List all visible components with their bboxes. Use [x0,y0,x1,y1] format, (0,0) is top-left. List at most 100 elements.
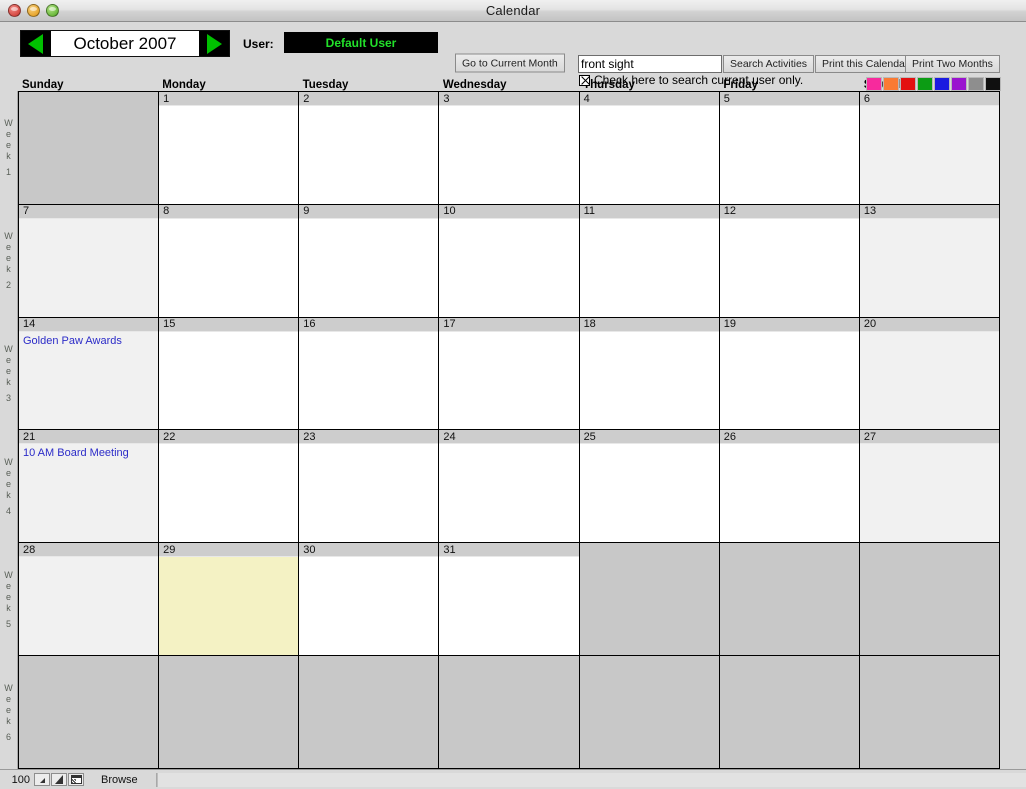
day-cell-21[interactable]: 21 10 AM Board Meeting [19,430,160,543]
color-swatch-4[interactable] [934,77,950,91]
day-cell-18[interactable]: 18 [579,317,720,430]
day-cell-27[interactable]: 27 [859,430,999,543]
color-swatch-0[interactable] [866,77,882,91]
search-current-user-checkbox-row[interactable]: Check here to search current user only. [579,73,803,87]
day-cell-29[interactable]: 29 [159,543,300,656]
day-cell-17[interactable]: 17 [439,317,580,430]
week-label-char: e [5,354,11,365]
user-field-label: User: [243,37,274,51]
day-cell-12[interactable]: 12 [719,204,860,317]
week-label-char: e [5,591,11,602]
week-label-char: W [4,456,13,467]
week-number: 4 [5,505,11,516]
toolbar: October 2007 User: Default User Go to Cu… [0,22,1026,91]
day-cell-1[interactable]: 1 [159,92,300,204]
date-number [719,656,859,671]
day-cell-22[interactable]: 22 [159,430,300,543]
day-cell-14[interactable]: 14 Golden Paw Awards [19,317,160,430]
calendar-grid: 1 2 3 4 5 6 7 8 9 10 11 12 13 14 Golden Paw Awards 15 16… [18,91,1000,769]
calendar-event[interactable]: 10 AM Board Meeting [23,446,155,460]
day-cell-28[interactable]: 28 [19,543,160,656]
go-to-current-month-button[interactable]: Go to Current Month [455,53,565,73]
week-label-char: W [4,117,13,128]
week-label-char: W [4,569,13,580]
day-events [299,332,438,430]
day-cell-26[interactable]: 26 [719,430,860,543]
color-swatch-2[interactable] [900,77,916,91]
day-cell-15[interactable]: 15 [159,317,300,430]
color-swatch-3[interactable] [917,77,933,91]
day-events [860,557,999,655]
calendar-grid-wrapper: Week1Week2Week3Week4Week5Week6 123456789… [0,91,1026,769]
week-label-char: k [6,489,11,500]
day-cell-3[interactable]: 3 [439,92,580,204]
search-current-user-label: Check here to search current user only. [594,73,804,87]
date-number: 31 [439,543,579,558]
date-number: 1 [159,92,299,106]
week-label-char: k [6,263,11,274]
zoom-out-icon[interactable] [34,773,50,786]
day-events [299,219,438,317]
day-cell-8[interactable]: 8 [159,204,300,317]
print-this-calendar-button[interactable]: Print this Calendar [815,55,916,73]
day-cell-2[interactable]: 2 [299,92,440,204]
day-cell-6[interactable]: 6 [859,92,999,204]
date-number: 12 [719,204,859,219]
color-swatch-6[interactable] [968,77,984,91]
print-two-months-button[interactable]: Print Two Months [905,55,1000,73]
day-events [860,106,999,204]
checkbox-checked-icon[interactable] [579,74,590,86]
day-cell-10[interactable]: 10 [439,204,580,317]
date-number: 10 [439,204,579,219]
day-cell-7[interactable]: 7 [19,204,160,317]
day-events [580,219,719,317]
day-cell-23[interactable]: 23 [299,430,440,543]
week-label-5: Week 5 [0,543,18,656]
day-cell-4[interactable]: 4 [579,92,720,204]
day-events [720,332,859,430]
day-cell-5[interactable]: 5 [719,92,860,204]
day-cell-11[interactable]: 11 [579,204,720,317]
week-label-char: e [5,128,11,139]
previous-month-button[interactable] [21,31,51,56]
date-number: 27 [859,430,999,445]
day-cell-20[interactable]: 20 [859,317,999,430]
date-number: 26 [719,430,859,445]
day-cell-empty [579,656,720,768]
date-number [579,656,719,671]
day-events [720,557,859,655]
color-swatch-5[interactable] [951,77,967,91]
search-activities-button[interactable]: Search Activities [723,55,815,73]
search-input[interactable] [578,55,722,73]
next-month-button[interactable] [199,31,229,56]
day-header-tuesday: Tuesday [302,79,349,91]
mode-label[interactable]: Browse [101,774,138,786]
day-cell-30[interactable]: 30 [299,543,440,656]
day-cell-31[interactable]: 31 [439,543,580,656]
week-label-char: e [5,139,11,150]
day-events [299,670,438,768]
day-cell-25[interactable]: 25 [579,430,720,543]
week-row [19,656,999,768]
day-events [159,106,298,204]
day-cell-9[interactable]: 9 [299,204,440,317]
day-cell-24[interactable]: 24 [439,430,580,543]
window-titlebar: Calendar [0,0,1026,22]
day-cell-13[interactable]: 13 [859,204,999,317]
day-cell-empty [859,656,999,768]
date-number [859,656,999,671]
color-swatch-7[interactable] [985,77,1001,91]
calendar-event[interactable]: Golden Paw Awards [23,334,155,348]
day-cell-16[interactable]: 16 [299,317,440,430]
date-number: 25 [579,430,719,445]
day-cell-19[interactable]: 19 [719,317,860,430]
day-events [159,444,298,542]
week-number: 5 [5,618,11,629]
day-header-monday: Monday [162,79,206,91]
window-layout-icon[interactable] [68,773,84,786]
zoom-in-icon[interactable] [51,773,67,786]
day-events: 10 AM Board Meeting [19,444,158,542]
color-swatch-1[interactable] [883,77,899,91]
day-events: Golden Paw Awards [19,332,158,430]
current-user-value[interactable]: Default User [284,32,438,53]
